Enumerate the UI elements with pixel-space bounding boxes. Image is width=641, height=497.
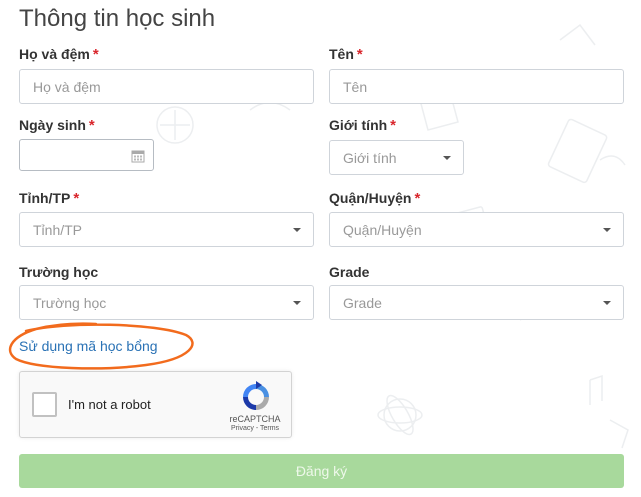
- register-button[interactable]: Đăng ký: [19, 454, 624, 488]
- province-label: Tỉnh/TP *: [19, 190, 80, 207]
- recaptcha-checkbox[interactable]: [32, 392, 57, 417]
- school-label: Trường học: [19, 264, 99, 280]
- district-select[interactable]: Quận/Huyện: [329, 212, 624, 247]
- gender-selected: Giới tính: [343, 149, 397, 166]
- district-selected: Quận/Huyện: [343, 221, 422, 238]
- recaptcha-label: I'm not a robot: [68, 397, 151, 412]
- first-name-label: Tên *: [329, 46, 363, 63]
- first-name-input[interactable]: Tên: [329, 69, 624, 104]
- birthdate-input[interactable]: [19, 139, 154, 171]
- page-title: Thông tin học sinh: [19, 5, 216, 32]
- birthdate-label: Ngày sinh *: [19, 117, 95, 134]
- required-mark: *: [356, 46, 363, 63]
- grade-label: Grade: [329, 264, 370, 280]
- recaptcha-brand: reCAPTCHA: [229, 414, 281, 424]
- last-name-input[interactable]: Họ và đệm: [19, 69, 314, 104]
- chevron-down-icon: [603, 228, 611, 232]
- scholarship-code-link[interactable]: Sử dụng mã học bổng: [19, 338, 158, 354]
- last-name-placeholder: Họ và đệm: [33, 78, 101, 95]
- chevron-down-icon: [293, 228, 301, 232]
- district-label: Quận/Huyện *: [329, 190, 421, 207]
- gender-label: Giới tính *: [329, 117, 397, 134]
- grade-select[interactable]: Grade: [329, 285, 624, 320]
- gender-select[interactable]: Giới tính: [329, 140, 464, 175]
- required-mark: *: [88, 117, 95, 134]
- required-mark: *: [92, 46, 99, 63]
- first-name-placeholder: Tên: [343, 78, 368, 95]
- chevron-down-icon: [443, 156, 451, 160]
- required-mark: *: [390, 117, 397, 134]
- calendar-icon[interactable]: [131, 149, 145, 163]
- required-mark: *: [414, 190, 421, 207]
- recaptcha-logo-icon: [243, 381, 269, 410]
- last-name-label: Họ và đệm *: [19, 46, 99, 63]
- school-select[interactable]: Trường học: [19, 285, 314, 320]
- required-mark: *: [73, 190, 80, 207]
- chevron-down-icon: [293, 301, 301, 305]
- recaptcha-widget: I'm not a robot reCAPTCHA Privacy - Term…: [19, 371, 292, 438]
- chevron-down-icon: [603, 301, 611, 305]
- school-selected: Trường học: [33, 294, 107, 311]
- grade-selected: Grade: [343, 294, 382, 311]
- province-select[interactable]: Tỉnh/TP: [19, 212, 314, 247]
- province-selected: Tỉnh/TP: [33, 221, 83, 238]
- recaptcha-terms-link[interactable]: Privacy - Terms: [220, 425, 290, 432]
